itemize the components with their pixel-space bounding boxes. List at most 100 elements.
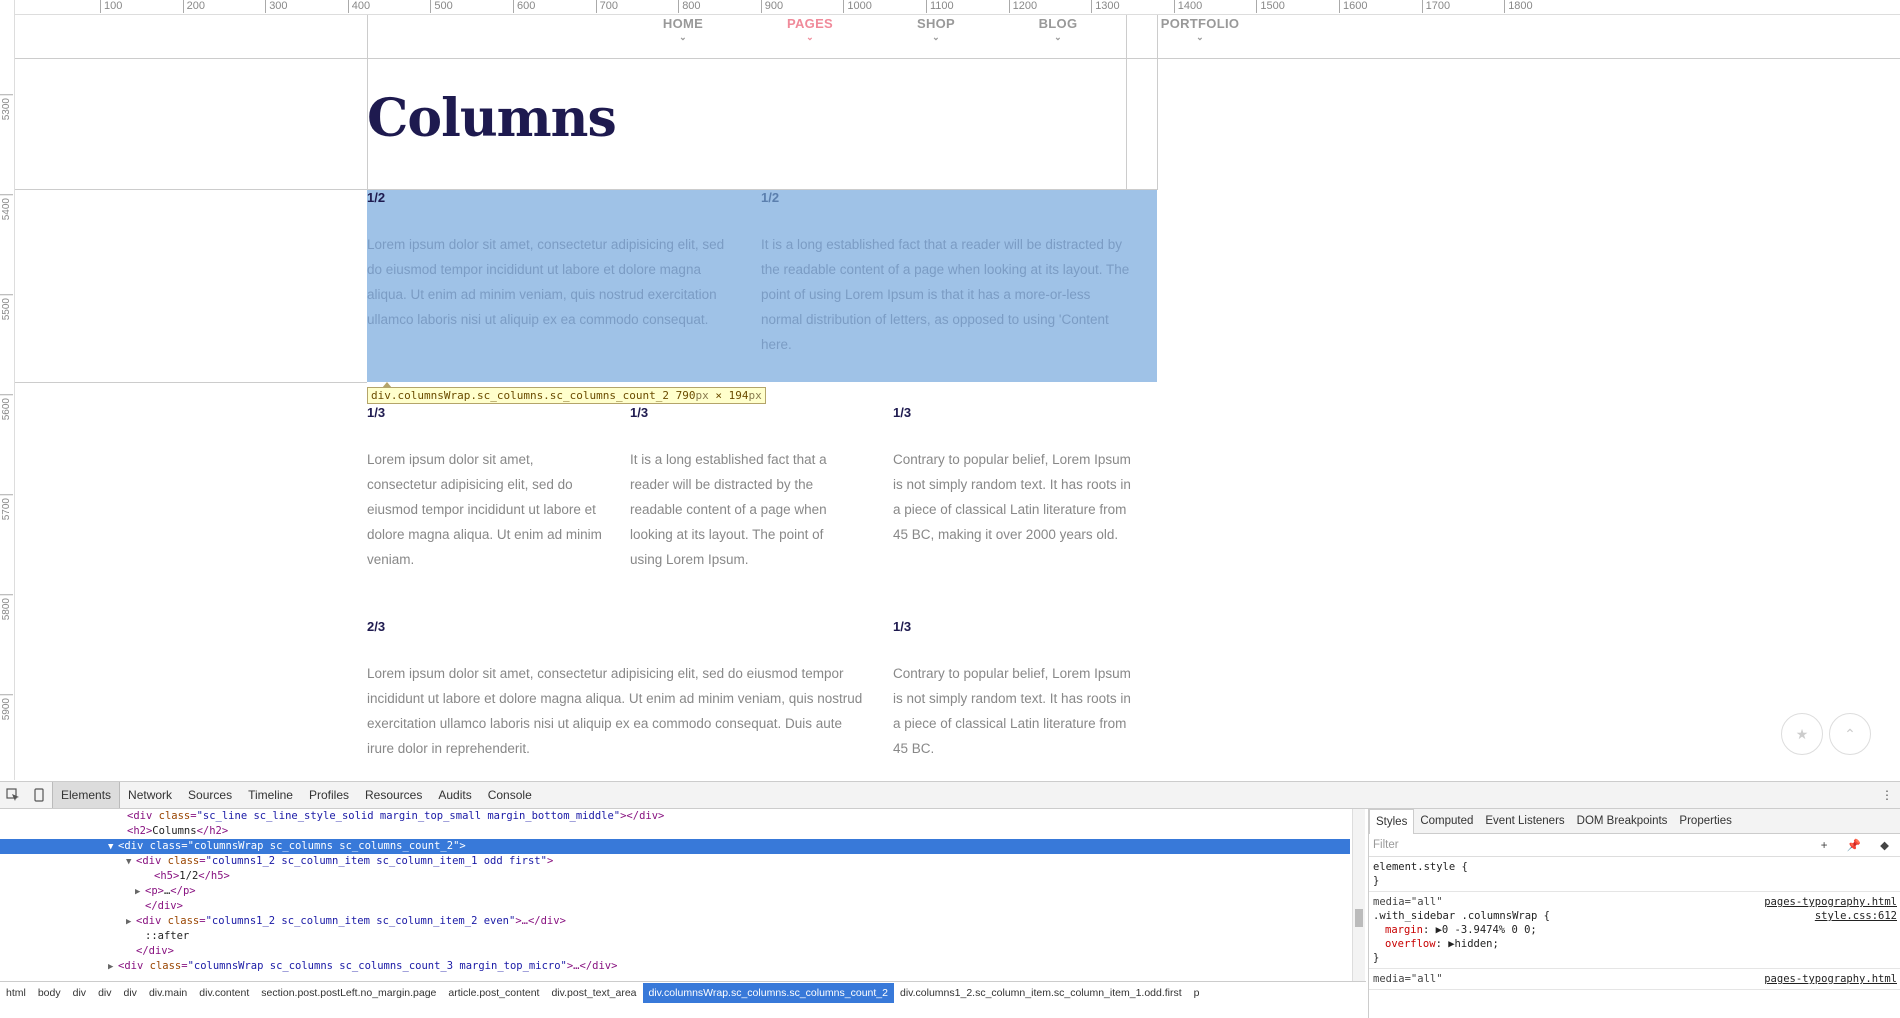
breadcrumb-item[interactable]: div.content <box>193 983 255 1003</box>
dom-node[interactable]: ▼ <div class="columnsWrap sc_columns sc_c… <box>0 839 1350 854</box>
style-rule[interactable]: element.style {} <box>1369 857 1900 892</box>
tab-resources[interactable]: Resources <box>357 782 430 808</box>
devtools-toolbar: Elements Network Sources Timeline Profiles Re… <box>0 782 1900 809</box>
scroll-top-button[interactable]: ⌃ <box>1829 713 1871 755</box>
column-item: 1/3 Lorem ipsum dolor sit amet, consecte… <box>367 405 602 572</box>
nav-item-pages[interactable]: PAGES ⌄ <box>787 16 833 42</box>
dom-node[interactable]: ▶ <div class="columns1_2 sc_column_item s… <box>0 914 1350 929</box>
chevron-up-icon: ⌃ <box>1844 725 1856 742</box>
expand-triangle-icon[interactable]: ▶ <box>126 915 136 930</box>
guide-line <box>14 189 367 190</box>
column-text: Contrary to popular belief, Lorem Ipsum … <box>893 452 1131 542</box>
breadcrumb-item[interactable]: div.post_text_area <box>545 983 642 1003</box>
page-viewport: 100 200 300 400 500 600 700 800 900 1000 1100 1200 1… <box>0 0 1900 781</box>
styles-tab-dom-breakpoints[interactable]: DOM Breakpoints <box>1571 809 1674 833</box>
column-heading: 1/3 <box>630 405 649 420</box>
inspect-element-icon[interactable] <box>0 782 26 808</box>
dom-node[interactable]: <h5>1/2</h5> <box>0 869 1350 884</box>
column-item: 1/3 Contrary to popular belief, Lorem Ip… <box>893 405 1133 547</box>
devtools-tabs: Elements Network Sources Timeline Profiles Re… <box>52 782 540 808</box>
tab-timeline[interactable]: Timeline <box>240 782 301 808</box>
column-text: Lorem ipsum dolor sit amet, consectetur … <box>367 237 725 327</box>
filter-input[interactable]: Filter <box>1373 839 1399 851</box>
breadcrumb-item[interactable]: div.columns1_2.sc_column_item.sc_column_… <box>894 983 1188 1003</box>
breadcrumb-item[interactable]: section.post.postLeft.no_margin.page <box>255 983 442 1003</box>
device-mode-icon[interactable] <box>26 782 52 808</box>
dom-tree[interactable]: <div class="sc_line sc_line_style_solid … <box>0 809 1350 981</box>
ruler-tick: 900 <box>760 0 784 13</box>
styles-tab-styles[interactable]: Styles <box>1369 808 1415 834</box>
ruler-tick: 1800 <box>1504 0 1533 13</box>
breadcrumb-item[interactable]: article.post_content <box>442 983 545 1003</box>
dom-tree-scrollbar[interactable] <box>1352 809 1365 981</box>
guide-line <box>1157 14 1158 190</box>
guide-line <box>1126 14 1127 190</box>
dom-node[interactable]: ::after <box>0 929 1350 944</box>
styles-tab-computed[interactable]: Computed <box>1414 809 1479 833</box>
new-style-rule-icon[interactable]: + 📌 ◆ <box>1821 838 1900 852</box>
styles-tab-event-listeners[interactable]: Event Listeners <box>1479 809 1570 833</box>
ruler-tick: 1600 <box>1338 0 1368 13</box>
expand-triangle-icon[interactable]: ▼ <box>126 855 136 870</box>
ruler-tick: 5800 <box>1 598 12 621</box>
nav-item-shop[interactable]: SHOP ⌄ <box>916 16 956 42</box>
expand-triangle-icon[interactable]: ▶ <box>135 885 145 900</box>
dom-node[interactable]: <h2>Columns</h2> <box>0 824 1350 839</box>
nav-item-portfolio[interactable]: PORTFOLIO ⌄ <box>1160 16 1240 42</box>
breadcrumb-item[interactable]: div.columnsWrap.sc_columns.sc_columns_co… <box>642 983 894 1003</box>
tab-elements[interactable]: Elements <box>52 782 121 808</box>
expand-triangle-icon[interactable]: ▶ <box>108 960 118 975</box>
column-heading: 2/3 <box>367 619 386 634</box>
breadcrumb-item[interactable]: div <box>118 983 143 1003</box>
tab-network[interactable]: Network <box>120 782 180 808</box>
ruler-tick: 5900 <box>1 698 12 721</box>
column-item: 1/3 Contrary to popular belief, Lorem Ip… <box>893 619 1133 761</box>
dom-node[interactable]: ▶ <div class="columnsWrap sc_columns sc_c… <box>0 959 1350 974</box>
dom-node[interactable]: ▼ <div class="columns1_2 sc_column_item s… <box>0 854 1350 869</box>
dom-node[interactable]: </div> <box>0 899 1350 914</box>
tooltip-unit: px <box>695 389 709 402</box>
column-heading: 1/2 <box>761 190 780 205</box>
ruler-tick: 500 <box>430 0 453 13</box>
ruler-tick: 700 <box>595 0 618 13</box>
tooltip-height: 194 <box>728 389 749 402</box>
column-item: 1/2 Lorem ipsum dolor sit amet, consecte… <box>367 190 737 332</box>
nav-item-home[interactable]: HOME ⌄ <box>663 16 703 42</box>
style-rule[interactable]: media="all" pages-typography.html <box>1369 969 1900 990</box>
breadcrumb-item[interactable]: html <box>0 983 32 1003</box>
ruler-tick: 5400 <box>1 198 12 221</box>
guide-line <box>14 382 367 383</box>
ruler-tick: 5600 <box>1 398 12 421</box>
more-menu-icon[interactable]: ⋮ <box>1874 788 1900 802</box>
tab-sources[interactable]: Sources <box>180 782 240 808</box>
breadcrumb-item[interactable]: p <box>1188 983 1206 1003</box>
bookmark-star-button[interactable]: ★ <box>1781 713 1823 755</box>
dom-node[interactable]: <div class="sc_line sc_line_style_solid … <box>0 809 1350 824</box>
expand-triangle-icon[interactable]: ▼ <box>108 840 118 855</box>
styles-tabs: Styles Computed Event Listeners DOM Breakpo… <box>1369 808 1900 834</box>
column-text: It is a long established fact that a rea… <box>630 452 827 567</box>
ruler-tick: 5300 <box>1 98 12 121</box>
nav-item-blog[interactable]: BLOG ⌄ <box>1038 16 1078 42</box>
tab-profiles[interactable]: Profiles <box>301 782 357 808</box>
breadcrumb-item[interactable]: body <box>32 983 67 1003</box>
style-rule[interactable]: media="all" pages-typography.html style.cs… <box>1369 892 1900 969</box>
tooltip-times: × <box>715 389 723 402</box>
tab-audits[interactable]: Audits <box>430 782 479 808</box>
nav-item-label: SHOP <box>916 16 956 31</box>
dom-breadcrumb: html body div div div div.main div.content sect… <box>0 981 1366 1004</box>
ruler-tick: 800 <box>678 0 701 13</box>
breadcrumb-item[interactable]: div.main <box>143 983 193 1003</box>
ruler-tick: 1100 <box>926 0 954 13</box>
styles-filter[interactable]: Filter + 📌 ◆ <box>1369 834 1900 857</box>
breadcrumb-item[interactable]: div <box>92 983 117 1003</box>
breadcrumb-item[interactable]: div <box>67 983 92 1003</box>
dom-node[interactable]: ▶ <p>…</p> <box>0 884 1350 899</box>
nav-item-label: BLOG <box>1038 16 1078 31</box>
column-heading: 1/2 <box>367 190 386 205</box>
dom-node[interactable]: </div> <box>0 944 1350 959</box>
nav-item-label: PORTFOLIO <box>1160 16 1240 31</box>
chevron-down-icon: ⌄ <box>679 32 687 42</box>
tab-console[interactable]: Console <box>480 782 540 808</box>
styles-tab-properties[interactable]: Properties <box>1673 809 1737 833</box>
